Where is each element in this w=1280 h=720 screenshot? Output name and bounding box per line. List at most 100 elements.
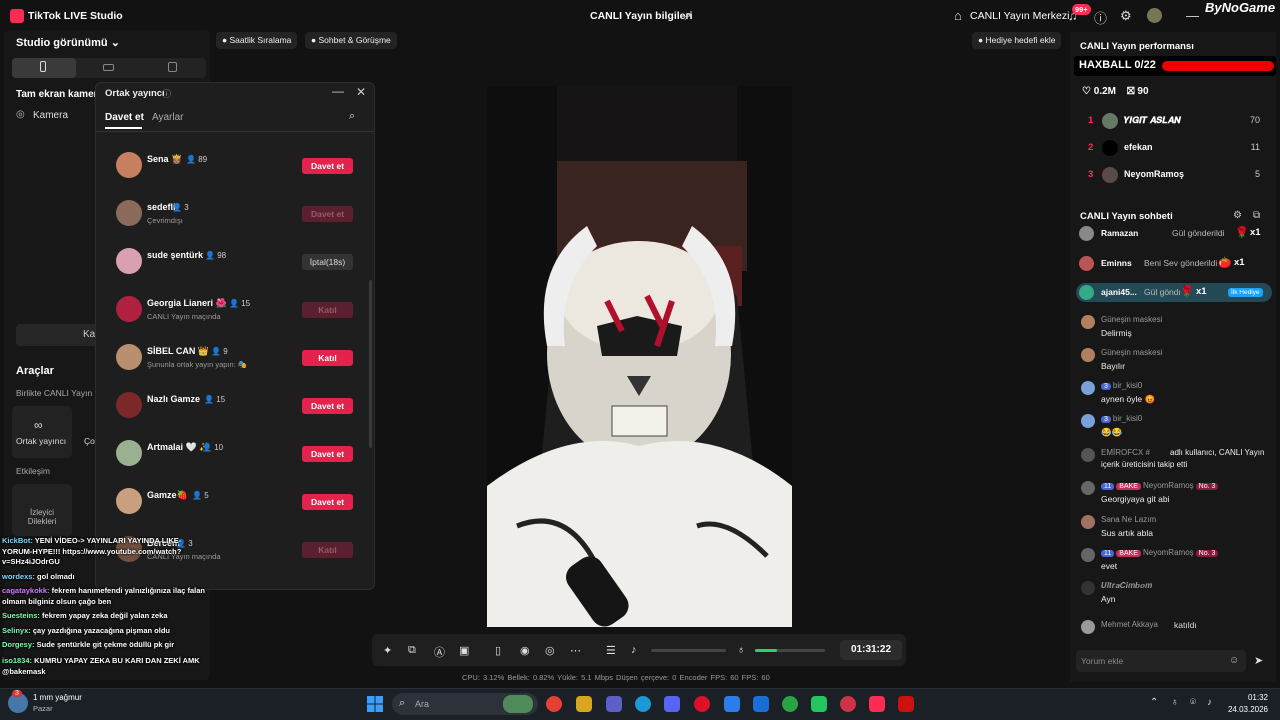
rank-name[interactable]: efekan	[1124, 142, 1153, 152]
discord-icon[interactable]	[664, 696, 680, 712]
media-icon[interactable]	[898, 696, 914, 712]
windows-start-icon[interactable]	[367, 696, 383, 712]
avatar[interactable]	[1079, 285, 1094, 300]
cohost-action-button[interactable]: Katıl	[302, 542, 353, 558]
hourly-ranking-chip[interactable]: ● Saatlik Sıralama	[216, 32, 298, 49]
cohost-action-button[interactable]: Katıl	[302, 350, 353, 366]
overlay-icon[interactable]: ▣	[459, 644, 469, 657]
emoji-icon[interactable]: ☺	[1229, 655, 1239, 666]
chat-user[interactable]: Sana Ne Lazım	[1101, 515, 1156, 524]
settings-sliders-icon[interactable]: ☰	[606, 644, 616, 657]
avatar[interactable]	[1079, 226, 1094, 241]
tiktok-icon[interactable]	[869, 696, 885, 712]
avatar[interactable]	[1079, 256, 1094, 271]
chrome-2-icon[interactable]	[782, 696, 798, 712]
chat-user[interactable]: Güneşin maskesi	[1101, 315, 1162, 324]
tab-settings[interactable]: Ayarlar	[152, 112, 184, 123]
mail-icon[interactable]	[753, 696, 769, 712]
avatar[interactable]	[1102, 113, 1118, 129]
rank-name[interactable]: 𝒀𝑰𝑮𝑰𝑻 𝑨𝑺𝑳𝑨𝑵	[1124, 115, 1181, 126]
cohost-action-button[interactable]: Katıl	[302, 302, 353, 318]
file-explorer-icon[interactable]	[576, 696, 592, 712]
chat-user[interactable]: Mehmet Akkaya	[1101, 620, 1158, 629]
avatar[interactable]	[1081, 481, 1095, 495]
magic-wand-icon[interactable]: ✦	[383, 644, 392, 657]
chat-user[interactable]: EMİROFCX #	[1101, 448, 1150, 457]
chat-user[interactable]: 11 BAKE NeyomRamoş No. 3	[1101, 548, 1219, 557]
screenshot-icon[interactable]: ◎	[545, 644, 555, 657]
cohost-action-button[interactable]: Davet et	[302, 158, 353, 174]
rank-name[interactable]: NeyomRamoş	[1124, 169, 1184, 179]
share-icon[interactable]: ⇗	[682, 9, 692, 23]
chrome-icon[interactable]	[546, 696, 562, 712]
scrollbar[interactable]	[369, 280, 372, 448]
cohost-action-button[interactable]: Davet et	[302, 398, 353, 414]
gift-user[interactable]: Eminns	[1101, 258, 1132, 268]
popout-icon[interactable]: ⧉	[1253, 210, 1260, 221]
search-icon[interactable]: ⌕	[349, 110, 355, 123]
minimize-icon[interactable]: —	[1186, 8, 1199, 23]
camera-source[interactable]: Kamera	[33, 110, 68, 121]
avatar[interactable]	[1081, 515, 1095, 529]
chat-user[interactable]: 11 BAKE NeyomRamoş No. 3	[1101, 481, 1219, 490]
close-icon[interactable]: ✕	[356, 85, 366, 99]
record-icon[interactable]: ◉	[520, 644, 530, 657]
chat-user[interactable]: 𝑼𝒍𝒕𝒓𝒂𝑪𝒊𝒎𝒃𝒐𝒎	[1101, 581, 1152, 591]
cohost-action-button[interactable]: İptal(18s)	[302, 254, 353, 270]
mic-icon[interactable]: ♁	[1171, 697, 1179, 708]
more-icon[interactable]: ⋯	[570, 644, 581, 657]
gear-icon[interactable]: ⚙	[1120, 8, 1132, 24]
studio-view-dropdown[interactable]: Studio görünümü ⌄	[16, 36, 120, 49]
live-center-link[interactable]: CANLI Yayın Merkezi	[970, 10, 1069, 22]
avatar[interactable]	[1081, 348, 1095, 362]
gift-user[interactable]: Ramazan	[1101, 228, 1138, 238]
phone-icon[interactable]: ▯	[495, 644, 501, 657]
speaker-icon[interactable]: ♪	[1207, 697, 1212, 708]
photos-icon[interactable]	[724, 696, 740, 712]
avatar[interactable]	[1081, 448, 1095, 462]
home-icon[interactable]: ⌂	[954, 8, 962, 23]
network-icon[interactable]: ⌾	[1190, 697, 1196, 708]
tab-invite[interactable]: Davet et	[105, 112, 144, 123]
volume-slider[interactable]	[651, 649, 726, 652]
avatar[interactable]	[1147, 8, 1162, 23]
gift-goal-chip[interactable]: ● Hediye hedefi ekle	[972, 32, 1062, 49]
avatar[interactable]	[1081, 620, 1095, 634]
opera-icon[interactable]	[694, 696, 710, 712]
landscape-icon[interactable]	[103, 64, 114, 71]
taskbar-time[interactable]: 01:32	[1228, 693, 1268, 702]
cohost-action-button[interactable]: Davet et	[302, 206, 353, 222]
avatar[interactable]	[1102, 140, 1118, 156]
chat-meet-chip[interactable]: ● Sohbet & Görüşme	[305, 32, 397, 49]
layout-icon[interactable]: ⧉	[408, 644, 416, 657]
mic-icon[interactable]: ♁	[737, 644, 745, 656]
edge-icon[interactable]	[635, 696, 651, 712]
help-icon[interactable]: ⓘ	[1094, 8, 1107, 27]
weather-text[interactable]: 1 mm yağmur	[33, 693, 82, 702]
cohost-action-button[interactable]: Davet et	[302, 494, 353, 510]
avatar[interactable]	[1081, 381, 1095, 395]
avatar[interactable]	[1081, 414, 1095, 428]
chat-user[interactable]: Güneşin maskesi	[1101, 348, 1162, 357]
volume-icon[interactable]: ♪	[631, 644, 637, 656]
help-icon[interactable]: ⓘ	[162, 87, 171, 100]
effects-icon[interactable]: Ⓐ	[434, 644, 445, 660]
obs-icon[interactable]	[840, 696, 856, 712]
avatar[interactable]	[1102, 167, 1118, 183]
teams-icon[interactable]	[606, 696, 622, 712]
avatar[interactable]	[1081, 315, 1095, 329]
minimize-icon[interactable]: —	[332, 84, 344, 98]
avatar[interactable]	[1081, 581, 1095, 595]
second-tool-label[interactable]: Ço	[84, 436, 95, 446]
chevron-up-icon[interactable]: ⌃	[1150, 697, 1158, 708]
chat-user[interactable]: 3 bir_kisi0	[1101, 381, 1142, 390]
gear-icon[interactable]: ⚙	[1233, 210, 1242, 221]
send-icon[interactable]: ➤	[1254, 654, 1263, 667]
split-icon[interactable]	[168, 62, 177, 72]
cohost-action-button[interactable]: Davet et	[302, 446, 353, 462]
live-info-title[interactable]: CANLI Yayın bilgileri	[590, 10, 693, 22]
avatar[interactable]	[1081, 548, 1095, 562]
cohost-tool-button[interactable]	[12, 406, 72, 458]
taskbar-date[interactable]: 24.03.2026	[1218, 705, 1268, 714]
gift-user[interactable]: ajani45...	[1101, 287, 1137, 297]
